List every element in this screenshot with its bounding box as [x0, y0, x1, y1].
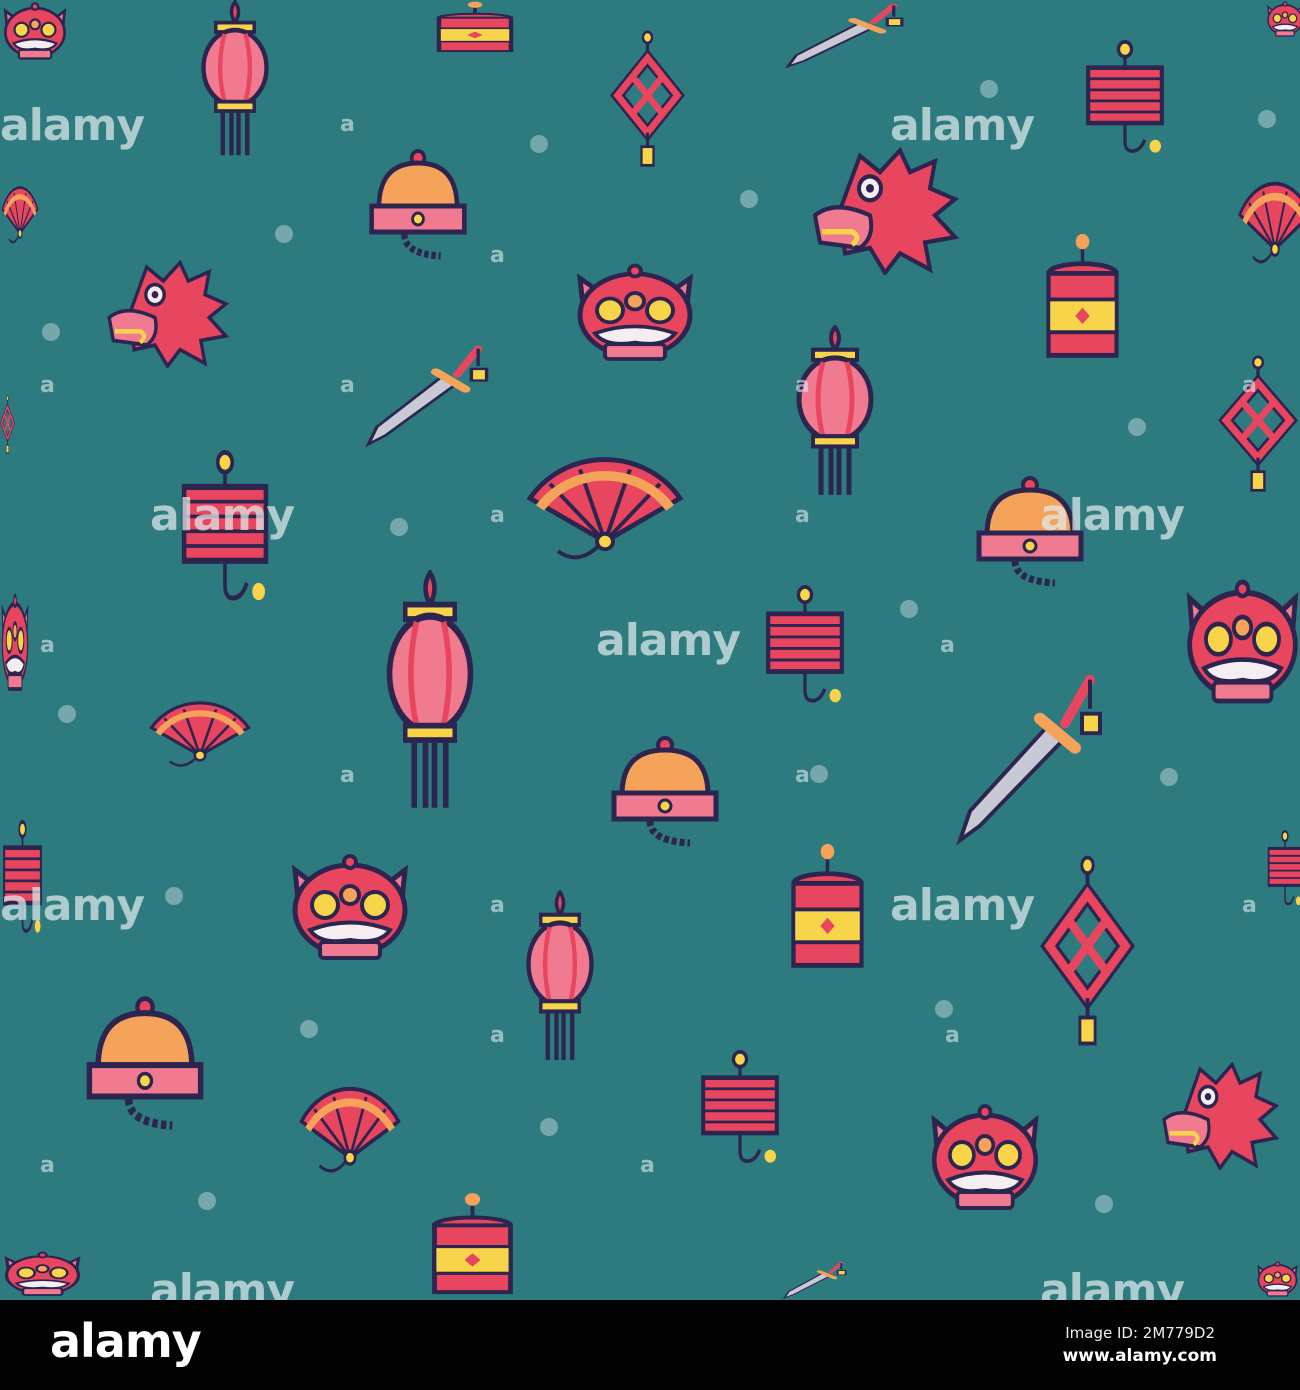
- lion-icon: [0, 590, 30, 704]
- lion-icon: [285, 850, 415, 974]
- decorative-dot: [300, 1020, 318, 1038]
- lantern-icon: [385, 568, 475, 819]
- fan-icon: [1235, 180, 1300, 284]
- fan-icon: [295, 1085, 405, 1194]
- candle-icon: [785, 840, 870, 979]
- decorative-dot: [1095, 1195, 1113, 1213]
- cracker-icon: [1080, 40, 1170, 164]
- footer-bar: alamy Image ID: 2M779D2 www.alamy.com: [0, 1300, 1300, 1390]
- watermark-text: alamy: [150, 490, 295, 541]
- watermark-mark: a: [1242, 373, 1257, 398]
- lion-icon: [1255, 1260, 1300, 1300]
- dragon-icon: [105, 258, 230, 372]
- watermark-text: alamy: [0, 100, 145, 151]
- watermark-text: alamy: [0, 880, 145, 931]
- decorative-dot: [42, 323, 60, 341]
- watermark-mark: a: [1242, 893, 1257, 918]
- decorative-dot: [540, 1118, 558, 1136]
- decorative-dot: [810, 765, 828, 783]
- decorative-dot: [980, 80, 998, 98]
- watermark-mark: a: [940, 633, 955, 658]
- decorative-dot: [740, 190, 758, 208]
- lion-icon: [570, 260, 700, 374]
- hat-icon: [368, 148, 468, 272]
- sword-icon: [780, 1260, 850, 1300]
- fan-icon: [145, 700, 255, 784]
- watermark-mark: a: [40, 1153, 55, 1178]
- watermark-mark: a: [340, 373, 355, 398]
- watermark-text: alamy: [596, 615, 741, 666]
- pattern-background: alamy alamy alamy alamy alamy alamy alamy alamy…: [0, 0, 1300, 1300]
- lion-icon: [1180, 575, 1300, 719]
- watermark-mark: a: [490, 893, 505, 918]
- knot-icon: [1040, 855, 1135, 1054]
- decorative-dot: [390, 518, 408, 536]
- watermark-mark: a: [945, 1023, 960, 1048]
- fan-icon: [0, 185, 40, 259]
- watermark-mark: a: [340, 112, 355, 137]
- knot-icon: [610, 30, 685, 174]
- watermark-mark: a: [40, 633, 55, 658]
- watermark-mark: a: [490, 1023, 505, 1048]
- candle-icon: [1040, 230, 1125, 369]
- decorative-dot: [900, 600, 918, 618]
- decorative-dot: [198, 1192, 216, 1210]
- image-id: Image ID: 2M779D2: [1065, 1324, 1215, 1342]
- watermark-mark: a: [795, 503, 810, 528]
- decorative-dot: [165, 887, 183, 905]
- watermark-text: alamy: [150, 1265, 295, 1300]
- knot-icon: [1218, 355, 1298, 499]
- website-link[interactable]: www.alamy.com: [1063, 1346, 1217, 1366]
- lion-icon: [925, 1100, 1045, 1224]
- decorative-dot: [1160, 768, 1178, 786]
- decorative-dot: [1258, 110, 1276, 128]
- lion-icon: [1265, 0, 1300, 44]
- watermark-mark: a: [640, 1153, 655, 1178]
- decorative-dot: [58, 705, 76, 723]
- watermark-text: alamy: [1040, 1265, 1185, 1300]
- lion-icon: [0, 0, 70, 69]
- sword-icon: [360, 340, 495, 454]
- cracker-icon: [695, 1050, 785, 1174]
- lantern-icon: [525, 888, 595, 1069]
- watermark-mark: a: [490, 243, 505, 268]
- hat-icon: [610, 735, 720, 859]
- watermark-mark: a: [795, 373, 810, 398]
- decorative-dot: [275, 225, 293, 243]
- fan-icon: [520, 455, 690, 584]
- watermark-mark: a: [340, 763, 355, 788]
- cracker-icon: [1265, 830, 1300, 914]
- dragon-icon: [1160, 1060, 1280, 1174]
- hat-icon: [85, 995, 205, 1144]
- cracker-icon: [760, 585, 850, 714]
- candle-icon: [425, 1190, 520, 1300]
- dragon-icon: [810, 145, 960, 279]
- decorative-dot: [1128, 418, 1146, 436]
- watermark-text: alamy: [1040, 490, 1185, 541]
- watermark-text: alamy: [890, 880, 1035, 931]
- watermark-text: alamy: [890, 100, 1035, 151]
- watermark-mark: a: [490, 503, 505, 528]
- sword-icon: [780, 0, 910, 74]
- lantern-icon: [795, 323, 875, 504]
- candle-icon: [430, 0, 520, 59]
- decorative-dot: [530, 135, 548, 153]
- alamy-logo[interactable]: alamy: [50, 1314, 202, 1368]
- decorative-dot: [935, 1000, 953, 1018]
- knot-icon: [0, 395, 15, 459]
- sword-icon: [950, 665, 1110, 854]
- lion-icon: [0, 1250, 85, 1300]
- watermark-mark: a: [795, 763, 810, 788]
- watermark-mark: a: [40, 373, 55, 398]
- lantern-icon: [200, 0, 270, 164]
